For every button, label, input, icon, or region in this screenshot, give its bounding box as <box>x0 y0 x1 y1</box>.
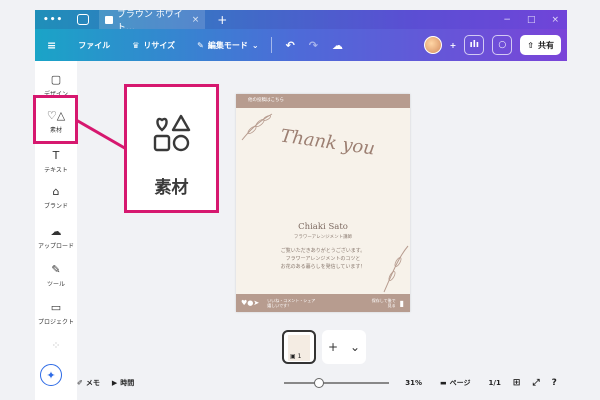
canva-icon <box>105 15 113 24</box>
sidebar-item-tools[interactable]: ✎ ツール <box>35 263 77 288</box>
resize-button[interactable]: ♛ リサイズ <box>132 40 175 51</box>
magic-sparkle-button[interactable]: ✦ <box>40 364 62 386</box>
sidebar-item-label: テキスト <box>44 167 68 174</box>
add-collaborator-icon[interactable]: + <box>450 41 457 50</box>
chevron-down-icon: ⌄ <box>251 40 259 50</box>
cloud-save-icon[interactable]: ☁ <box>332 39 343 52</box>
footer-right-text: 保存して後で 見る <box>372 298 396 308</box>
tools-icon: ✎ <box>51 263 61 276</box>
design-icon: ▢ <box>50 73 62 86</box>
brand-icon: ⌂ <box>52 185 60 198</box>
footer-left-text: いいね・コメント・シェア 嬉しいです！ <box>267 298 315 308</box>
notes-icon: ✐ <box>77 379 83 387</box>
thank-you-text: Thank you <box>279 125 377 160</box>
toolbar-divider <box>270 37 272 53</box>
view-controls: ⊞ ⤢ ? <box>513 378 557 388</box>
card-name: Chiaki Sato <box>298 222 348 232</box>
edit-mode-label: 編集モード <box>207 40 248 50</box>
file-menu[interactable]: ファイル <box>78 40 110 51</box>
add-page-controls: + ⌄ <box>322 330 366 364</box>
add-page-button[interactable]: + <box>328 340 338 354</box>
page-thumbnail[interactable]: ▣ 1 <box>282 330 316 364</box>
browser-menu-button[interactable]: ••• <box>43 15 63 25</box>
sidebar-item-upload[interactable]: ☁ アップロード <box>35 225 77 250</box>
text-icon: T <box>52 149 60 162</box>
folder-icon: ▭ <box>50 301 62 314</box>
crown-icon: ♛ <box>132 40 140 50</box>
edit-mode-button[interactable]: ✎ 編集モード ⌄ <box>197 40 258 51</box>
sidebar-item-label: アップロード <box>37 243 74 250</box>
sidebar-item-label: プロジェクト <box>37 319 74 326</box>
cloud-upload-icon: ☁ <box>50 225 62 238</box>
page-number: ▣ 1 <box>290 353 302 360</box>
editor-toolbar: ≡ ファイル ♛ リサイズ ✎ 編集モード ⌄ ↶ ↷ ☁ + ılı ○ ⇧ … <box>35 29 567 61</box>
pencil-icon: ✎ <box>197 40 204 50</box>
maximize-button[interactable]: □ <box>527 15 536 25</box>
card-footer: ♥●➤ いいね・コメント・シェア 嬉しいです！ 保存して後で 見る ▮ <box>236 294 410 312</box>
sidebar-item-brand[interactable]: ⌂ ブランド <box>35 185 77 210</box>
bookmark-icon: ▮ <box>399 298 404 308</box>
browser-tab[interactable]: ブラウン ホワイト… × <box>99 10 206 33</box>
page-options-chevron-icon[interactable]: ⌄ <box>350 340 360 354</box>
comment-icon[interactable]: ○ <box>492 35 513 55</box>
fullscreen-icon[interactable]: ⤢ <box>532 378 539 388</box>
page-count: 1/1 <box>488 379 501 387</box>
apps-icon: ⁘ <box>51 339 61 352</box>
pages-label: ページ <box>449 379 471 387</box>
footer-left-line: 嬉しいです！ <box>267 303 292 308</box>
zoom-slider-handle[interactable] <box>314 378 325 388</box>
window-controls: − □ × <box>503 15 559 25</box>
notes-label: メモ <box>85 379 100 387</box>
tab-close-button[interactable]: × <box>192 15 200 25</box>
share-button[interactable]: ⇧ 共有 <box>520 35 561 55</box>
elements-icon <box>153 114 191 152</box>
zoom-level[interactable]: 31% <box>405 379 422 387</box>
notes-button[interactable]: ✐ メモ <box>77 378 100 388</box>
bottom-bar: ✐ メモ ▶ 時間 31% ▬ ページ 1/1 ⊞ ⤢ ? <box>77 372 567 394</box>
new-tab-button[interactable]: + <box>217 13 227 27</box>
menu-button[interactable]: ≡ <box>47 39 56 52</box>
leaf-decoration-icon <box>241 113 273 141</box>
pages-icon: ▬ <box>440 379 447 387</box>
timer-label: 時間 <box>120 379 135 387</box>
heart-comment-share-icons: ♥●➤ <box>241 299 260 307</box>
highlight-box-small <box>33 95 78 144</box>
canva-editor: ••• ブラウン ホワイト… × + − □ × ≡ ファイル ♛ リサイズ ✎… <box>0 0 600 400</box>
card-header: 他の投稿はこちら <box>236 94 410 108</box>
sidebar-item-projects[interactable]: ▭ プロジェクト <box>35 301 77 326</box>
share-label: 共有 <box>538 40 554 50</box>
browser-tab-bar: ••• ブラウン ホワイト… × + − □ × <box>35 10 567 33</box>
zoom-slider[interactable] <box>284 378 390 388</box>
sidebar-item-label: ツール <box>46 281 65 288</box>
upload-icon: ⇧ <box>527 40 534 50</box>
sidebar-item-text[interactable]: T テキスト <box>35 149 77 174</box>
home-icon[interactable] <box>77 14 90 25</box>
undo-icon[interactable]: ↶ <box>286 39 295 52</box>
highlight-zoom-box: 素材 <box>124 84 219 213</box>
timer-icon: ▶ <box>111 379 118 387</box>
highlight-connector <box>76 119 130 152</box>
grid-view-icon[interactable]: ⊞ <box>513 378 521 388</box>
minimize-button[interactable]: − <box>503 15 511 25</box>
pages-button[interactable]: ▬ ページ <box>440 378 471 388</box>
card-role: フラワーアレンジメント講師 <box>293 235 353 240</box>
timer-button[interactable]: ▶ 時間 <box>112 378 134 388</box>
sidebar-item-apps[interactable]: ⁘ <box>35 339 77 355</box>
analytics-icon[interactable]: ılı <box>464 35 485 55</box>
leaf-decoration-icon <box>383 245 409 293</box>
page-number-text: 1 <box>297 353 302 360</box>
redo-icon[interactable]: ↷ <box>309 39 318 52</box>
sidebar-item-label: ブランド <box>43 203 68 210</box>
help-icon[interactable]: ? <box>552 378 557 388</box>
footer-right-line: 見る <box>387 303 396 308</box>
avatar[interactable] <box>423 36 442 54</box>
design-canvas[interactable]: 他の投稿はこちら Thank you Chiaki Sato フラワーアレンジメ… <box>236 94 410 312</box>
resize-label: リサイズ <box>143 40 176 50</box>
toolbar-right: + ılı ○ ⇧ 共有 <box>423 35 561 55</box>
close-window-button[interactable]: × <box>551 15 559 25</box>
highlight-label: 素材 <box>154 178 189 198</box>
